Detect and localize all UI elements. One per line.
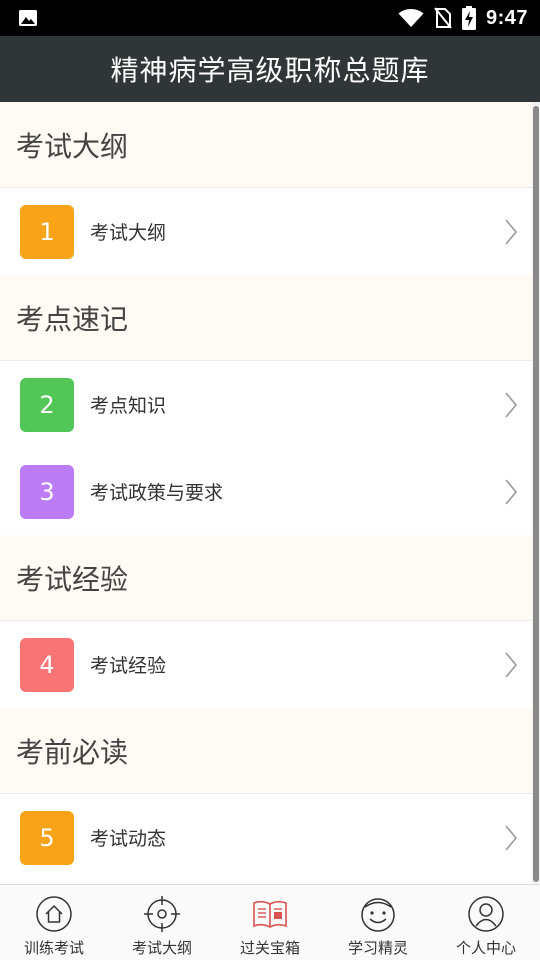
list-item-label: 考试经验 [90, 655, 167, 677]
scrollbar[interactable] [532, 102, 540, 884]
tab-label: 学习精灵 [347, 939, 408, 957]
number-badge: 2 [20, 377, 74, 432]
list-item-experience[interactable]: 4 考试经验 [0, 621, 532, 708]
list-item-exam-policy[interactable]: 3 考试政策与要求 [0, 448, 532, 535]
list-item-label: 考点知识 [90, 395, 167, 417]
chevron-right-icon [505, 652, 518, 678]
wifi-icon [398, 9, 424, 27]
person-icon [468, 896, 504, 932]
home-icon [36, 896, 72, 932]
number-badge: 3 [20, 464, 74, 519]
page-title: 精神病学高级职称总题库 [110, 54, 430, 87]
section-header-must-read: 考前必读 [0, 708, 532, 794]
chevron-right-icon [505, 392, 518, 418]
list-item-label: 考试政策与要求 [90, 482, 224, 504]
chevron-right-icon [505, 219, 518, 245]
scrollbar-thumb[interactable] [533, 106, 539, 882]
list-item-outline[interactable]: 1 考试大纲 [0, 188, 532, 275]
number-badge: 1 [20, 204, 74, 259]
tab-personal-center[interactable]: 个人中心 [432, 885, 540, 960]
tab-label: 个人中心 [455, 939, 516, 957]
number-badge: 5 [20, 810, 74, 865]
tab-training-exam[interactable]: 训练考试 [0, 885, 108, 960]
chevron-right-icon [505, 825, 518, 851]
content-list[interactable]: 考试大纲 1 考试大纲 考点速记 2 考点知识 3 考试政策与要求 考试经验 4… [0, 102, 532, 884]
app-header: 精神病学高级职称总题库 [0, 36, 540, 102]
clock: 9:47 [485, 6, 528, 29]
tab-treasure-box[interactable]: 过关宝箱 [216, 885, 324, 960]
battery-charging-icon [461, 6, 476, 30]
list-item-exam-news[interactable]: 5 考试动态 [0, 794, 532, 881]
book-icon [253, 900, 287, 928]
tab-label: 考试大纲 [131, 939, 192, 957]
tab-exam-outline[interactable]: 考试大纲 [108, 885, 216, 960]
target-icon [144, 896, 180, 932]
list-item-key-knowledge[interactable]: 2 考点知识 [0, 361, 532, 448]
smiley-icon [361, 898, 395, 932]
tab-label: 过关宝箱 [239, 939, 300, 957]
number-badge: 4 [20, 637, 74, 692]
no-sim-icon [434, 7, 452, 29]
tab-study-sprite[interactable]: 学习精灵 [324, 885, 432, 960]
chevron-right-icon [505, 479, 518, 505]
status-bar: 9:47 [0, 0, 540, 36]
section-header-quick-notes: 考点速记 [0, 275, 532, 361]
tab-label: 训练考试 [23, 939, 84, 957]
list-item-label: 考试大纲 [90, 222, 167, 244]
bottom-tab-bar: 训练考试 考试大纲 过关宝箱 学习精灵 个人中心 [0, 884, 540, 960]
section-header-outline: 考试大纲 [0, 102, 532, 188]
image-icon [19, 10, 37, 26]
list-item-label: 考试动态 [90, 828, 167, 850]
section-header-experience: 考试经验 [0, 535, 532, 621]
